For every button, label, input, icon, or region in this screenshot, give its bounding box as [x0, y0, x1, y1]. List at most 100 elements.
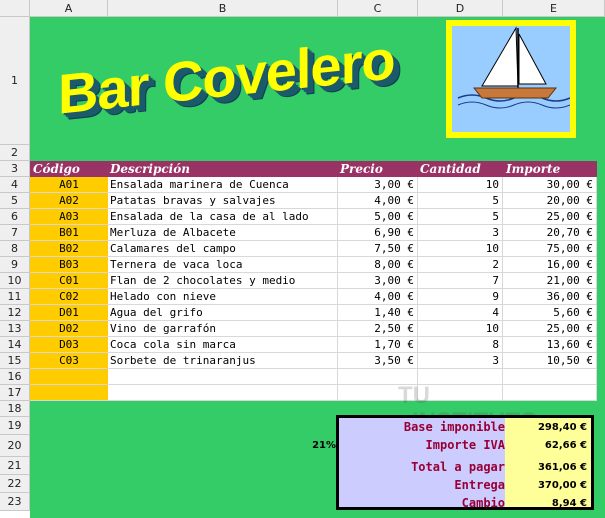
quantity-cell[interactable]: 10 [418, 241, 503, 257]
total-cell[interactable]: 25,00 € [503, 209, 597, 225]
row-header-1[interactable]: 1 [0, 17, 30, 145]
price-cell[interactable]: 3,00 € [338, 177, 418, 193]
summary-value[interactable]: 361,06 € [538, 462, 587, 473]
code-cell[interactable]: D01 [30, 305, 108, 321]
column-header-d[interactable]: D [418, 0, 503, 17]
quantity-cell[interactable]: 10 [418, 321, 503, 337]
code-cell[interactable]: C01 [30, 273, 108, 289]
summary-label[interactable]: Cambio [339, 496, 505, 510]
sailboat-image[interactable] [446, 20, 576, 138]
total-cell[interactable]: 16,00 € [503, 257, 597, 273]
total-cell[interactable] [503, 385, 597, 401]
column-header-b[interactable]: B [108, 0, 338, 17]
header-cantidad[interactable]: Cantidad [420, 161, 481, 177]
summary-label[interactable]: Entrega [339, 478, 505, 492]
total-cell[interactable]: 30,00 € [503, 177, 597, 193]
code-cell[interactable]: B03 [30, 257, 108, 273]
row-header-9[interactable]: 9 [0, 257, 30, 273]
description-cell[interactable] [108, 385, 338, 401]
title-wordart[interactable]: Bar Covelero [52, 27, 432, 130]
row-header-20[interactable]: 20 [0, 435, 30, 457]
description-cell[interactable]: Patatas bravas y salvajes [108, 193, 338, 209]
total-cell[interactable]: 20,70 € [503, 225, 597, 241]
code-cell[interactable] [30, 385, 108, 401]
header-importe[interactable]: Importe [506, 161, 560, 177]
price-cell[interactable]: 6,90 € [338, 225, 418, 241]
quantity-cell[interactable]: 3 [418, 353, 503, 369]
quantity-cell[interactable]: 10 [418, 177, 503, 193]
code-cell[interactable] [30, 369, 108, 385]
description-cell[interactable]: Ternera de vaca loca [108, 257, 338, 273]
summary-label[interactable]: Total a pagar [339, 460, 505, 474]
quantity-cell[interactable]: 7 [418, 273, 503, 289]
row-header-2[interactable]: 2 [0, 145, 30, 161]
header-precio[interactable]: Precio [340, 161, 383, 177]
code-cell[interactable]: A03 [30, 209, 108, 225]
code-cell[interactable]: C02 [30, 289, 108, 305]
summary-value[interactable]: 8,94 € [552, 498, 587, 509]
code-cell[interactable]: D03 [30, 337, 108, 353]
row-header-4[interactable]: 4 [0, 177, 30, 193]
total-cell[interactable]: 5,60 € [503, 305, 597, 321]
price-cell[interactable] [338, 385, 418, 401]
summary-value[interactable]: 298,40 € [538, 422, 587, 433]
description-cell[interactable]: Sorbete de trinaranjus [108, 353, 338, 369]
quantity-cell[interactable]: 5 [418, 209, 503, 225]
description-cell[interactable]: Merluza de Albacete [108, 225, 338, 241]
price-cell[interactable]: 5,00 € [338, 209, 418, 225]
price-cell[interactable] [338, 369, 418, 385]
corner-cell[interactable] [0, 0, 30, 17]
column-header-c[interactable]: C [338, 0, 418, 17]
iva-rate[interactable]: 21% [310, 440, 336, 451]
quantity-cell[interactable]: 8 [418, 337, 503, 353]
header-descripcion[interactable]: Descripción [110, 161, 190, 177]
total-cell[interactable] [503, 369, 597, 385]
row-header-23[interactable]: 23 [0, 493, 30, 511]
code-cell[interactable]: A02 [30, 193, 108, 209]
row-header-8[interactable]: 8 [0, 241, 30, 257]
column-header-a[interactable]: A [30, 0, 108, 17]
row-header-14[interactable]: 14 [0, 337, 30, 353]
row-header-3[interactable]: 3 [0, 161, 30, 177]
price-cell[interactable]: 4,00 € [338, 193, 418, 209]
total-cell[interactable]: 21,00 € [503, 273, 597, 289]
description-cell[interactable]: Ensalada marinera de Cuenca [108, 177, 338, 193]
total-cell[interactable]: 36,00 € [503, 289, 597, 305]
row-header-15[interactable]: 15 [0, 353, 30, 369]
code-cell[interactable]: A01 [30, 177, 108, 193]
description-cell[interactable] [108, 369, 338, 385]
price-cell[interactable]: 2,50 € [338, 321, 418, 337]
description-cell[interactable]: Coca cola sin marca [108, 337, 338, 353]
summary-label[interactable]: Importe IVA [339, 438, 505, 452]
description-cell[interactable]: Ensalada de la casa de al lado [108, 209, 338, 225]
code-cell[interactable]: C03 [30, 353, 108, 369]
row-header-7[interactable]: 7 [0, 225, 30, 241]
row-header-17[interactable]: 17 [0, 385, 30, 401]
quantity-cell[interactable]: 9 [418, 289, 503, 305]
code-cell[interactable]: D02 [30, 321, 108, 337]
row-header-11[interactable]: 11 [0, 289, 30, 305]
row-header-10[interactable]: 10 [0, 273, 30, 289]
description-cell[interactable]: Helado con nieve [108, 289, 338, 305]
row-header-21[interactable]: 21 [0, 457, 30, 475]
price-cell[interactable]: 3,00 € [338, 273, 418, 289]
summary-value[interactable]: 62,66 € [545, 440, 587, 451]
row-header-12[interactable]: 12 [0, 305, 30, 321]
price-cell[interactable]: 4,00 € [338, 289, 418, 305]
description-cell[interactable]: Calamares del campo [108, 241, 338, 257]
code-cell[interactable]: B02 [30, 241, 108, 257]
summary-value[interactable]: 370,00 € [538, 480, 587, 491]
code-cell[interactable]: B01 [30, 225, 108, 241]
row-header-16[interactable]: 16 [0, 369, 30, 385]
row-header-22[interactable]: 22 [0, 475, 30, 493]
summary-label[interactable]: Base imponible [339, 420, 505, 434]
row-header-19[interactable]: 19 [0, 417, 30, 435]
quantity-cell[interactable]: 4 [418, 305, 503, 321]
price-cell[interactable]: 7,50 € [338, 241, 418, 257]
quantity-cell[interactable] [418, 385, 503, 401]
total-cell[interactable]: 25,00 € [503, 321, 597, 337]
total-cell[interactable]: 10,50 € [503, 353, 597, 369]
description-cell[interactable]: Flan de 2 chocolates y medio [108, 273, 338, 289]
quantity-cell[interactable]: 3 [418, 225, 503, 241]
row-header-13[interactable]: 13 [0, 321, 30, 337]
